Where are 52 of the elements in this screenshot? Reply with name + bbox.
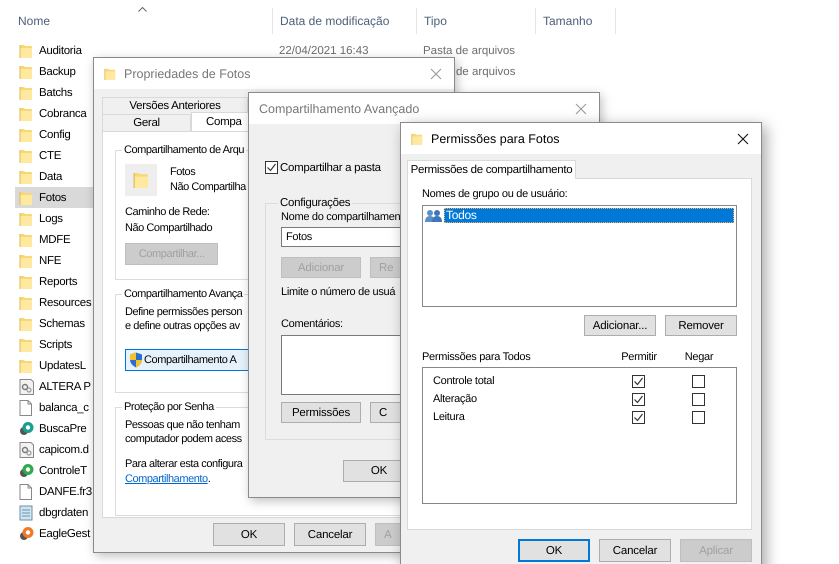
file-name: Auditoria — [39, 44, 82, 56]
network-path: Não Compartilhado — [125, 221, 212, 236]
file-type: Pasta de arquivos — [423, 44, 516, 56]
file-name: DANFE.fr3 — [39, 486, 92, 498]
file-name: MDFE — [39, 234, 70, 246]
permission-name: Leitura — [433, 411, 466, 423]
file-name: Config — [39, 128, 70, 140]
window-title: Propriedades de Fotos — [124, 66, 252, 80]
window-title: Permissões para Fotos — [431, 132, 561, 146]
comments-label: Comentários: — [281, 317, 343, 332]
file-name: Resources — [39, 296, 92, 308]
users-label: Nomes de grupo ou de usuário: — [422, 187, 568, 202]
file-name: ALTERA P — [39, 380, 91, 392]
file-name: UpdatesL — [39, 360, 86, 372]
file-name: Reports — [39, 276, 78, 288]
folder-name: Fotos — [170, 165, 196, 180]
file-name: Batchs — [39, 86, 72, 98]
instruction-text: Para alterar esta configura — [125, 457, 242, 472]
file-name: NFE — [39, 254, 62, 266]
file-name: Schemas — [39, 318, 85, 330]
path-label: Caminho de Rede: — [125, 205, 210, 220]
limit-label: Limite o número de usuá — [281, 285, 396, 300]
file-name: dbgrdaten — [39, 506, 88, 518]
file-name: Fotos — [39, 192, 66, 204]
file-name: CTE — [39, 150, 62, 162]
file-name: Scripts — [39, 338, 72, 350]
permission-name: Alteração — [433, 393, 478, 405]
group-title: Compartilhamento Avança — [123, 288, 244, 300]
file-name: capicom.d — [39, 444, 89, 456]
file-name: Backup — [39, 66, 76, 78]
group-title: Proteção por Senha — [123, 401, 216, 413]
period-text: . — [208, 472, 210, 486]
file-name: balanca_c — [39, 402, 89, 414]
file-name: Data — [39, 170, 62, 182]
description-text: Define permissões person e define outras opções av — [125, 306, 242, 333]
file-type: de arquivos — [456, 66, 516, 78]
group-title: Compartilhamento de Arqu — [123, 144, 246, 156]
share-name-label: Nome do compartilhamen — [281, 210, 400, 225]
group-title: Configurações — [279, 197, 352, 209]
column-header: Negar — [684, 350, 714, 364]
file-name: ControleT — [39, 464, 87, 476]
checkbox-label: Compartilhar a pasta — [280, 162, 381, 174]
permissions-label: Permissões para Todos — [422, 350, 532, 364]
file-name: BuscaPre — [39, 422, 86, 434]
modified-date: 22/04/2021 16:43 — [279, 44, 369, 56]
file-name: Logs — [39, 212, 63, 224]
file-name: EagleGest — [39, 528, 90, 540]
file-name: Cobranca — [39, 108, 86, 120]
column-header: Permitir — [620, 350, 658, 364]
share-status: Não Compartilha — [170, 180, 246, 195]
permission-name: Controle total — [433, 375, 496, 387]
description-text: Pessoas que não tenham computador podem acess — [125, 419, 242, 446]
